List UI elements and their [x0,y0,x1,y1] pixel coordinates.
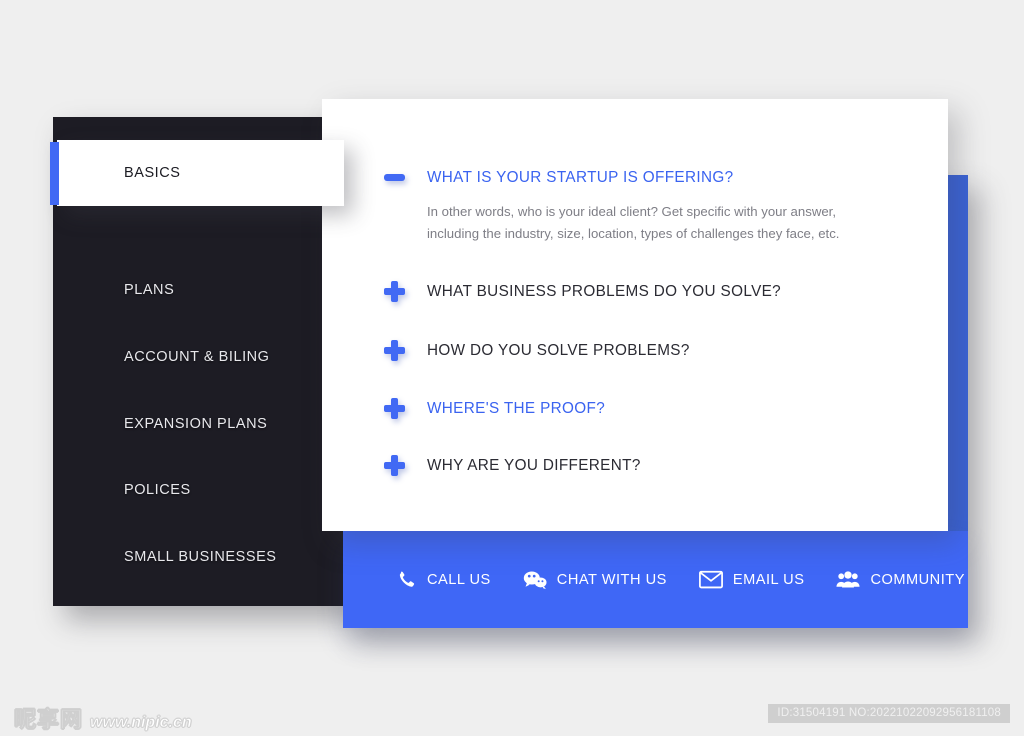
sidebar-item-account-billing[interactable]: ACCOUNT & BILING [53,337,348,377]
faq-item-wheres-the-proof[interactable]: WHERE'S THE PROOF? [384,398,924,419]
contact-label: COMMUNITY [870,571,965,588]
contact-call-us[interactable]: CALL US [393,569,491,591]
envelope-icon [698,569,723,591]
screenshot-stage: PLANS ACCOUNT & BILING EXPANSION PLANS P… [0,0,1024,736]
faq-item-answer: In other words, who is your ideal client… [427,201,867,245]
faq-item-title: WHY ARE YOU DIFFERENT? [427,456,641,474]
contact-bar: CALL US CHAT WITH US EMAIL US COMMUNITY [343,531,968,628]
faq-item-why-different[interactable]: WHY ARE YOU DIFFERENT? [384,455,924,476]
phone-icon [393,569,417,591]
plus-icon[interactable] [384,340,405,361]
sidebar-active-accent-bar [50,142,59,205]
faq-item-title: WHERE'S THE PROOF? [427,399,606,417]
faq-card: WHAT IS YOUR STARTUP IS OFFERING? In oth… [322,99,948,531]
sidebar-item-label: BASICS [124,165,181,181]
watermark-id-badge: ID:31504191 NO:20221022092956181108 [768,704,1010,723]
chat-bubbles-icon [523,569,547,591]
faq-item-how-solve-problems[interactable]: HOW DO YOU SOLVE PROBLEMS? [384,340,924,361]
sidebar-item-label: EXPANSION PLANS [124,416,268,432]
sidebar-item-basics[interactable]: BASICS [57,140,344,206]
faq-item-header[interactable]: HOW DO YOU SOLVE PROBLEMS? [384,340,924,361]
plus-icon[interactable] [384,455,405,476]
faq-item-title: WHAT BUSINESS PROBLEMS DO YOU SOLVE? [427,282,782,300]
plus-icon[interactable] [384,281,405,302]
watermark-logo: 昵享网 www.nipic.cn [14,702,192,734]
contact-label: EMAIL US [732,571,805,588]
sidebar-item-small-businesses[interactable]: SMALL BUSINESSES [53,537,348,577]
people-group-icon [836,569,860,591]
contact-label: CHAT WITH US [556,571,667,588]
faq-item-header[interactable]: WHAT IS YOUR STARTUP IS OFFERING? [384,167,924,188]
contact-chat-with-us[interactable]: CHAT WITH US [523,569,667,591]
faq-item-title: HOW DO YOU SOLVE PROBLEMS? [427,341,690,359]
watermark-strip: 昵享网 www.nipic.cn ID:31504191 NO:20221022… [0,695,1024,736]
faq-accordion-list: WHAT IS YOUR STARTUP IS OFFERING? In oth… [322,99,948,531]
faq-item-header[interactable]: WHERE'S THE PROOF? [384,398,924,419]
sidebar-item-expansion-plans[interactable]: EXPANSION PLANS [53,404,348,444]
faq-item-title: WHAT IS YOUR STARTUP IS OFFERING? [427,168,734,186]
sidebar-item-polices[interactable]: POLICES [53,470,348,510]
watermark-site-url: www.nipic.cn [90,714,192,732]
contact-community[interactable]: COMMUNITY [836,569,965,591]
faq-item-startup-offering[interactable]: WHAT IS YOUR STARTUP IS OFFERING? In oth… [384,167,924,245]
sidebar-item-label: ACCOUNT & BILING [124,349,270,365]
sidebar-item-plans[interactable]: PLANS [53,270,348,310]
faq-item-header[interactable]: WHY ARE YOU DIFFERENT? [384,455,924,476]
faq-item-header[interactable]: WHAT BUSINESS PROBLEMS DO YOU SOLVE? [384,281,924,302]
contact-email-us[interactable]: EMAIL US [698,569,805,591]
faq-answer-line-1: In other words, who is your ideal client… [427,204,836,219]
watermark-site-name: 昵享网 [14,707,84,733]
sidebar-item-label: POLICES [124,482,191,498]
sidebar-item-label: PLANS [124,282,175,298]
contact-label: CALL US [427,571,491,588]
faq-item-business-problems[interactable]: WHAT BUSINESS PROBLEMS DO YOU SOLVE? [384,281,924,302]
minus-icon[interactable] [384,167,405,188]
plus-icon[interactable] [384,398,405,419]
faq-answer-line-2: including the industry, size, location, … [427,226,840,241]
sidebar-item-label: SMALL BUSINESSES [124,549,277,565]
